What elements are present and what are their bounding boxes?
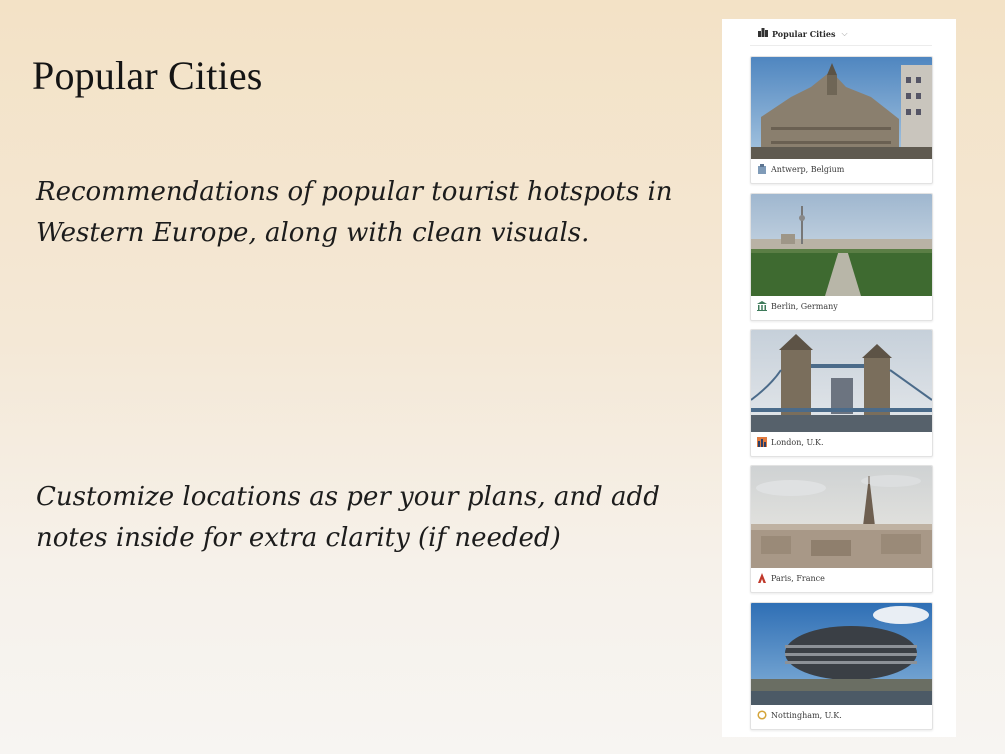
instructions-paragraph: Customize locations as per your plans, a… xyxy=(36,482,660,553)
circle-icon xyxy=(757,710,767,720)
cityscape-dusk-icon xyxy=(757,437,767,447)
classical-building-icon xyxy=(757,301,767,311)
city-card-label: London, U.K. xyxy=(757,437,824,447)
description-paragraph: Recommendations of popular tourist hotsp… xyxy=(36,177,673,248)
tower-icon xyxy=(757,573,767,583)
gallery-view-selector[interactable]: Popular Cities ⌵ xyxy=(758,28,848,39)
antwerp-photo xyxy=(751,57,932,159)
city-card-label: Antwerp, Belgium xyxy=(757,164,844,174)
city-card-berlin[interactable]: Berlin, Germany xyxy=(750,193,933,321)
city-card-label: Paris, France xyxy=(757,573,825,583)
city-card-paris[interactable]: Paris, France xyxy=(750,465,933,593)
divider xyxy=(750,45,932,46)
gallery-title: Popular Cities xyxy=(772,28,836,39)
london-photo xyxy=(751,330,932,432)
building-icon xyxy=(757,164,767,174)
paris-photo xyxy=(751,466,932,568)
city-card-london[interactable]: London, U.K. xyxy=(750,329,933,457)
city-skyline-icon xyxy=(758,28,768,39)
popular-cities-gallery: Popular Cities ⌵ Antwerp, Belgium Berlin… xyxy=(722,19,956,737)
city-card-label: Nottingham, U.K. xyxy=(757,710,842,720)
nottingham-photo xyxy=(751,603,932,705)
chevron-down-icon: ⌵ xyxy=(841,28,848,38)
city-card-label: Berlin, Germany xyxy=(757,301,838,311)
berlin-photo xyxy=(751,194,932,296)
city-card-nottingham[interactable]: Nottingham, U.K. xyxy=(750,602,933,730)
page-title: Popular Cities xyxy=(32,53,263,98)
city-card-antwerp[interactable]: Antwerp, Belgium xyxy=(750,56,933,184)
